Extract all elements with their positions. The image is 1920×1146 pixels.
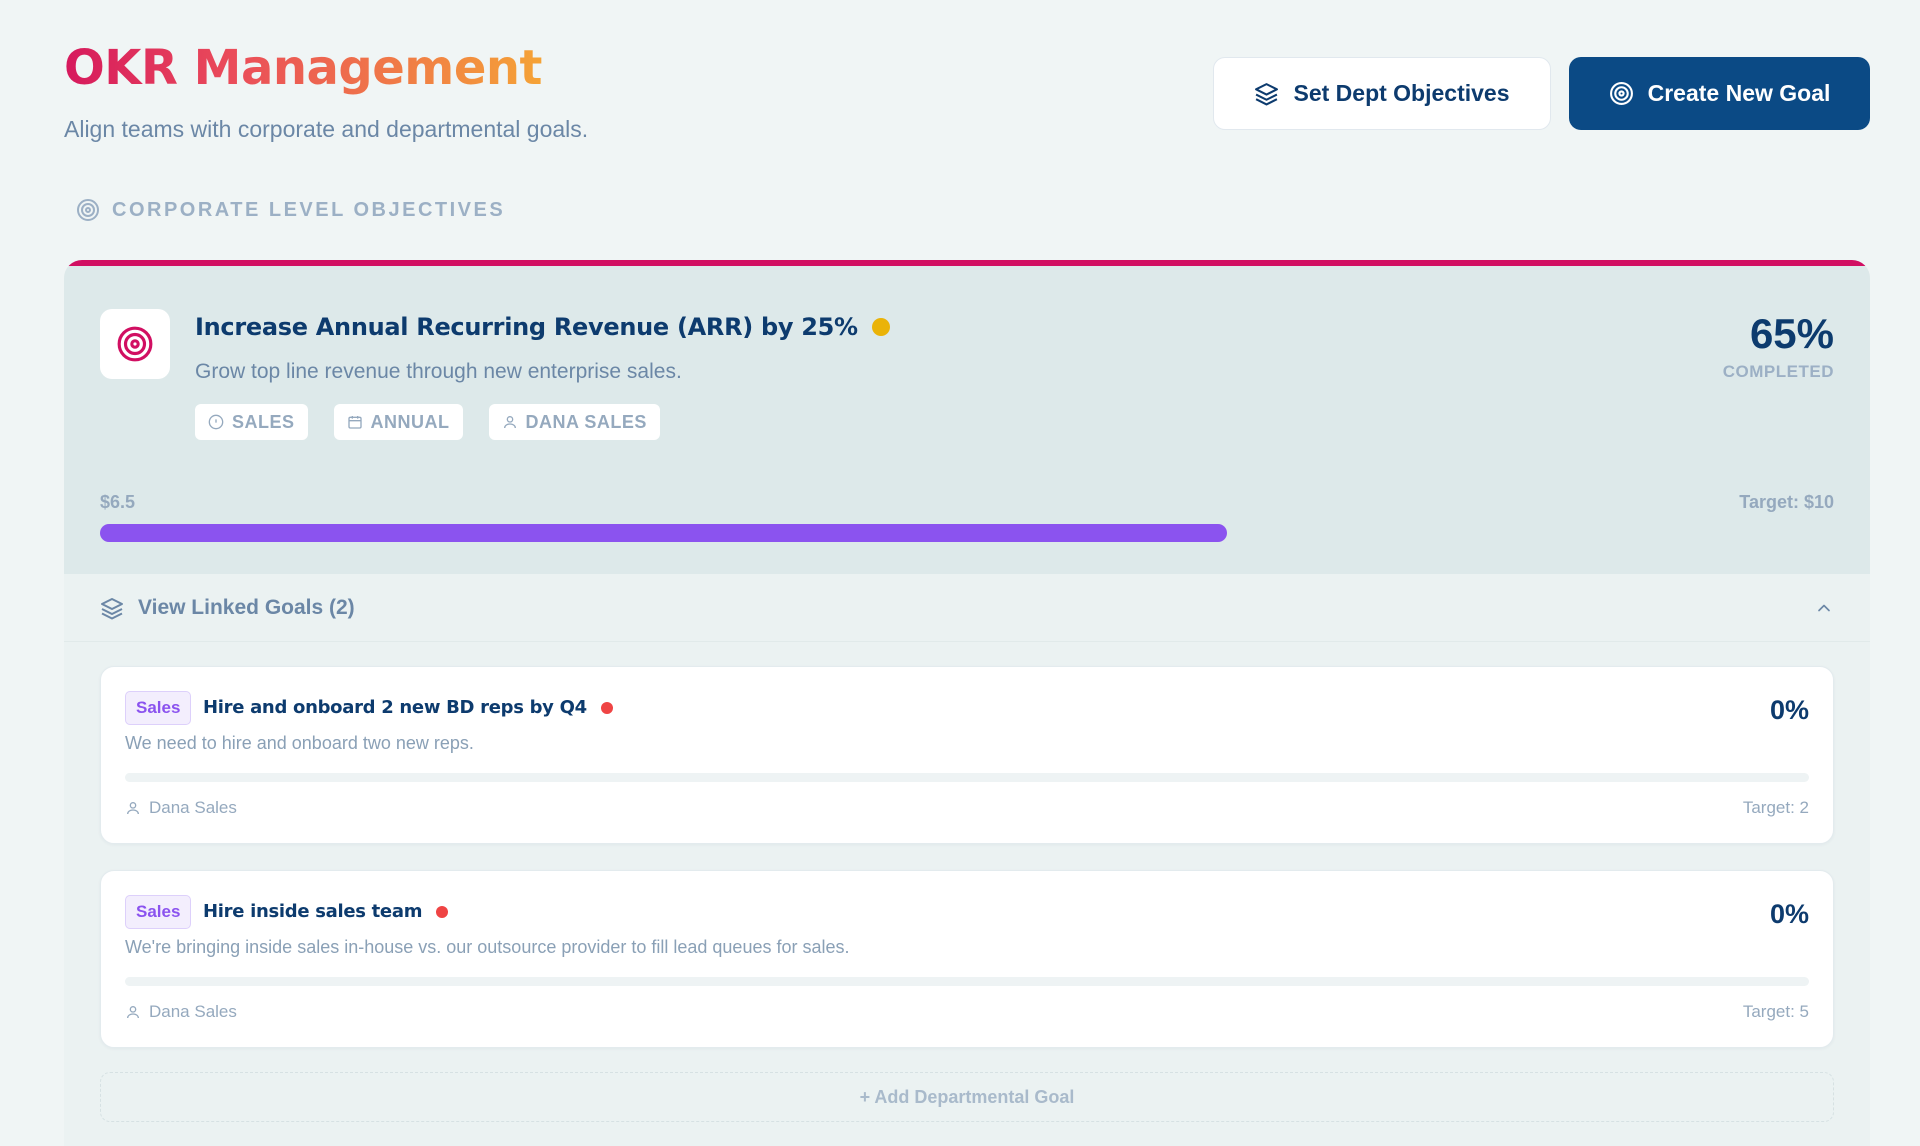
linked-goal-percent: 0%: [1769, 899, 1809, 929]
corporate-objective-summary: Increase Annual Recurring Revenue (ARR) …: [64, 260, 1870, 574]
linked-goal-description: We need to hire and onboard two new reps…: [125, 733, 474, 753]
page-title: OKR Management: [64, 40, 543, 96]
info-icon: [208, 414, 224, 430]
tag-department-label: SALES: [232, 411, 295, 432]
status-dot: [600, 701, 613, 714]
objective-description: Grow top line revenue through new enterp…: [195, 360, 682, 383]
linked-goal-owner: Dana Sales: [125, 798, 237, 818]
linked-goal-card[interactable]: Sales Hire and onboard 2 new BD reps by …: [100, 666, 1834, 844]
linked-goal-target: Target: 5: [1742, 1002, 1809, 1021]
target-icon: [117, 326, 153, 362]
objective-title[interactable]: Increase Annual Recurring Revenue (ARR) …: [195, 313, 890, 341]
linked-goal-target: Target: 2: [1742, 798, 1809, 817]
linked-goal-title-text: Hire inside sales team: [203, 901, 423, 922]
objective-progress-fill: [100, 524, 1228, 542]
tag-owner-label: DANA SALES: [525, 411, 647, 432]
linked-goal-title: Hire inside sales team: [203, 901, 449, 922]
layers-icon: [1255, 83, 1279, 106]
linked-goal-progress-bar: [125, 977, 1809, 986]
calendar-icon: [347, 416, 362, 429]
set-dept-objectives-label: Set Dept Objectives: [1293, 80, 1510, 106]
corporate-section-label: CORPORATE LEVEL OBJECTIVES: [76, 198, 505, 222]
okr-page: OKR Management Align teams with corporat…: [64, 0, 1870, 1146]
chevron-up-icon[interactable]: [1814, 598, 1834, 618]
tag-period-label: ANNUAL: [370, 411, 450, 432]
target-icon: [77, 199, 99, 221]
tag-owner: DANA SALES: [488, 404, 660, 440]
linked-goal-description: We're bringing inside sales in-house vs.…: [125, 937, 850, 957]
objective-icon-box: [100, 309, 170, 379]
user-icon: [127, 1006, 139, 1019]
page-subtitle: Align teams with corporate and departmen…: [64, 116, 589, 142]
page-header: OKR Management Align teams with corporat…: [64, 0, 1870, 180]
user-icon: [127, 802, 139, 815]
linked-goal-card[interactable]: Sales Hire inside sales team We're bring…: [100, 870, 1834, 1048]
set-dept-objectives-button[interactable]: Set Dept Objectives: [1213, 57, 1551, 130]
objective-percent: 65%: [1749, 310, 1834, 357]
linked-goal-owner-name: Dana Sales: [149, 798, 237, 817]
status-dot: [436, 905, 449, 918]
objective-title-text: Increase Annual Recurring Revenue (ARR) …: [195, 313, 858, 341]
objective-percent-label: COMPLETED: [1722, 362, 1834, 381]
view-linked-goals-toggle[interactable]: View Linked Goals (2): [64, 574, 1870, 642]
add-departmental-goal-button[interactable]: + Add Departmental Goal: [100, 1072, 1834, 1122]
target-icon: [1609, 82, 1633, 105]
objective-tags: SALES ANNUAL DANA SALES: [195, 404, 660, 440]
linked-goal-owner: Dana Sales: [125, 1002, 237, 1022]
create-new-goal-button[interactable]: Create New Goal: [1569, 57, 1870, 130]
linked-goal-percent: 0%: [1769, 695, 1809, 725]
objective-target: Target: $10: [1739, 492, 1834, 512]
section-label-text: CORPORATE LEVEL OBJECTIVES: [112, 198, 506, 221]
corporate-objective-card: Increase Annual Recurring Revenue (ARR) …: [64, 260, 1870, 1146]
view-linked-goals-label: View Linked Goals (2): [138, 595, 355, 619]
objective-current-value: $6.5: [100, 492, 136, 512]
objective-progress-bar: [100, 524, 1834, 542]
tag-period: ANNUAL: [333, 404, 463, 440]
status-dot: [871, 318, 890, 336]
department-badge: Sales: [125, 691, 192, 725]
user-icon: [503, 416, 516, 429]
linked-goal-progress-bar: [125, 773, 1809, 782]
department-badge: Sales: [125, 895, 192, 929]
layers-icon: [101, 597, 123, 619]
linked-goal-title-text: Hire and onboard 2 new BD reps by Q4: [203, 697, 587, 718]
linked-goal-owner-name: Dana Sales: [149, 1002, 237, 1021]
tag-department: SALES: [195, 404, 308, 440]
create-new-goal-label: Create New Goal: [1647, 80, 1831, 106]
linked-goal-title: Hire and onboard 2 new BD reps by Q4: [203, 697, 613, 718]
